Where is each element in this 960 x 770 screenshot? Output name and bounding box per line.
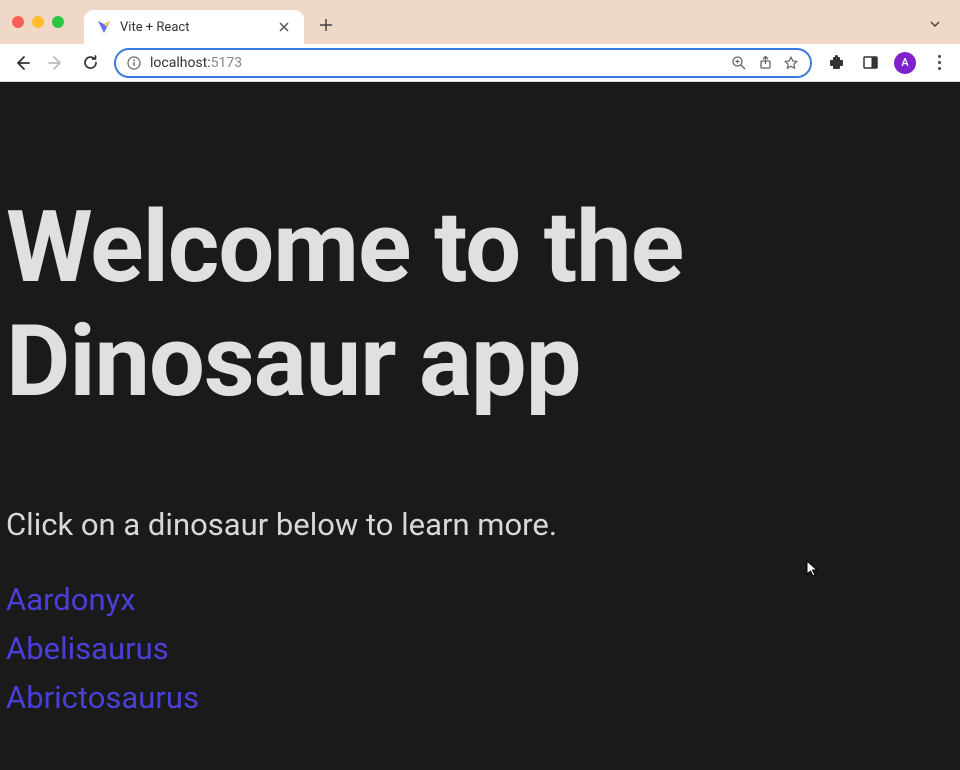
page-content: Welcome to the Dinosaur app Click on a d… — [0, 192, 960, 716]
window-title-bar: Vite + React — [0, 0, 960, 44]
tab-favicon-icon — [96, 19, 112, 35]
browser-tab[interactable]: Vite + React — [84, 10, 304, 44]
tab-close-button[interactable] — [276, 19, 292, 35]
browser-toolbar: localhost:5173 A — [0, 44, 960, 82]
back-button[interactable] — [12, 53, 32, 73]
window-close-button[interactable] — [12, 16, 24, 28]
page-heading: Welcome to the Dinosaur app — [6, 192, 954, 420]
avatar-letter: A — [901, 56, 908, 69]
address-bar[interactable]: localhost:5173 — [114, 48, 812, 78]
zoom-icon[interactable] — [730, 54, 748, 72]
window-minimize-button[interactable] — [32, 16, 44, 28]
window-controls — [12, 16, 64, 28]
page-viewport: Welcome to the Dinosaur app Click on a d… — [0, 82, 960, 770]
site-info-icon[interactable] — [126, 55, 142, 71]
browser-menu-button[interactable] — [930, 54, 948, 72]
reload-button[interactable] — [80, 53, 100, 73]
forward-button[interactable] — [46, 53, 66, 73]
tab-title: Vite + React — [120, 20, 268, 35]
url-port: 5173 — [211, 55, 242, 71]
bookmark-star-icon[interactable] — [782, 54, 800, 72]
side-panel-icon[interactable] — [860, 53, 880, 73]
dinosaur-link[interactable]: Aardonyx — [6, 581, 954, 618]
extensions-icon[interactable] — [826, 53, 846, 73]
toolbar-actions: A — [826, 52, 948, 74]
new-tab-button[interactable] — [312, 11, 340, 39]
window-maximize-button[interactable] — [52, 16, 64, 28]
share-icon[interactable] — [756, 54, 774, 72]
tab-list-dropdown-button[interactable] — [928, 16, 942, 35]
dinosaur-link[interactable]: Abelisaurus — [6, 630, 954, 667]
url-host: localhost: — [150, 55, 211, 71]
profile-avatar[interactable]: A — [894, 52, 916, 74]
page-subtext: Click on a dinosaur below to learn more. — [6, 506, 954, 543]
dinosaur-link[interactable]: Abrictosaurus — [6, 679, 954, 716]
url-text: localhost:5173 — [150, 55, 722, 71]
